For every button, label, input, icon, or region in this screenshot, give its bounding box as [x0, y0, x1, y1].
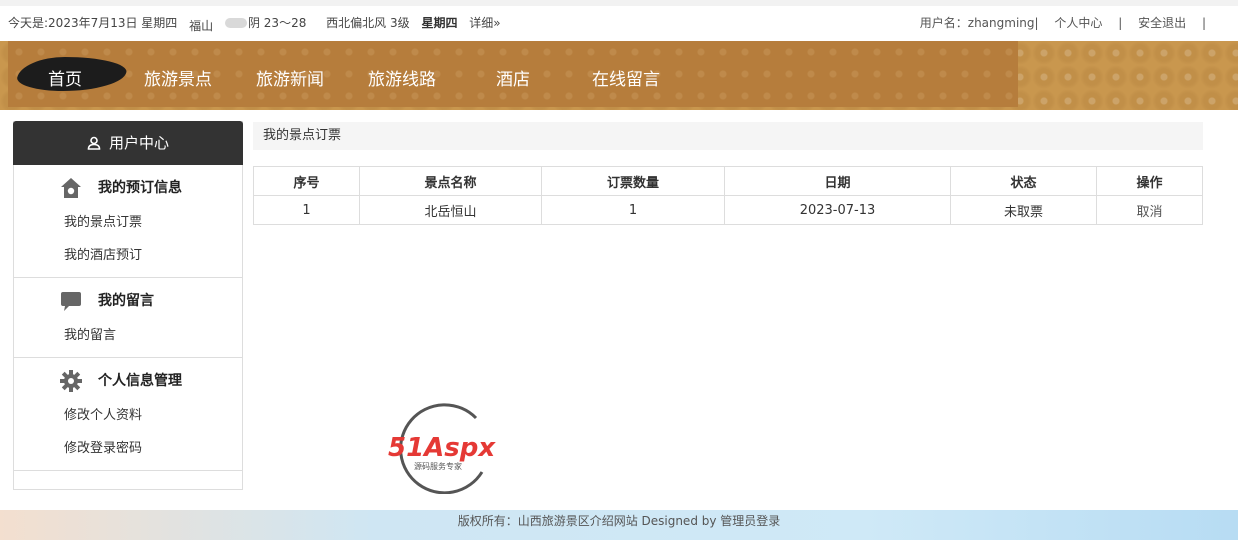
sidebar-item-change-password[interactable]: 修改登录密码: [14, 437, 242, 470]
svg-text:51Aspx: 51Aspx: [388, 433, 496, 463]
wind-info: 西北偏北风 3级: [326, 16, 410, 30]
cell-date: 2023-07-13: [724, 195, 951, 225]
column-header: 日期: [724, 166, 951, 196]
column-header: 订票数量: [541, 166, 725, 196]
weekday: 星期四: [421, 16, 458, 30]
section-title-bookings: 我的预订信息: [98, 180, 182, 196]
chat-bubble-icon: [61, 292, 81, 311]
home-icon: [61, 178, 81, 198]
nav-item-hotels[interactable]: 酒店: [496, 65, 530, 90]
table-row: 1 北岳恒山 1 2023-07-13 未取票 取消: [253, 195, 1203, 225]
city-name: 福山: [189, 19, 214, 33]
column-header: 操作: [1096, 166, 1203, 196]
section-profile: 个人信息管理 修改个人资料 修改登录密码: [14, 358, 242, 471]
username-label: 用户名：zhangming|: [919, 16, 1039, 30]
nav-item-home[interactable]: 首页: [48, 65, 82, 90]
date-weather: 今天是:2023年7月13日 星期四 福山 阴 23～28 西北偏北风 3级 星…: [8, 14, 509, 33]
cloud-icon: [224, 18, 247, 28]
weather-info: 阴 23～28: [224, 16, 314, 30]
cell-quantity: 1: [541, 195, 725, 225]
nav-item-news[interactable]: 旅游新闻: [256, 65, 324, 90]
top-info-bar: 今天是:2023年7月13日 星期四 福山 阴 23～28 西北偏北风 3级 星…: [0, 0, 1238, 42]
personal-center-link[interactable]: 个人中心: [1054, 16, 1102, 30]
51aspx-watermark-logo: 51Aspx 源码服务专家: [388, 403, 496, 494]
user-icon: [87, 136, 101, 150]
sidebar-header: 用户中心: [13, 121, 243, 165]
sidebar-title: 用户中心: [108, 134, 169, 152]
cancel-link[interactable]: 取消: [1136, 205, 1162, 220]
sidebar-item-edit-profile[interactable]: 修改个人资料: [14, 404, 242, 437]
svg-text:源码服务专家: 源码服务专家: [414, 461, 462, 471]
user-links: 用户名：zhangming| 个人中心 | 安全退出 |: [920, 14, 1218, 31]
nav-item-attractions[interactable]: 旅游景点: [144, 65, 212, 90]
admin-login-link[interactable]: 管理员登录: [720, 514, 780, 528]
sidebar-item-hotel-bookings[interactable]: 我的酒店预订: [14, 244, 242, 277]
cell-attraction-name: 北岳恒山: [359, 195, 542, 225]
column-header: 景点名称: [359, 166, 542, 196]
separator-end: |: [1201, 16, 1206, 30]
table-header-row: 序号 景点名称 订票数量 日期 状态 操作: [253, 166, 1203, 196]
nav-item-routes[interactable]: 旅游线路: [368, 65, 436, 90]
column-header: 状态: [950, 166, 1097, 196]
column-header: 序号: [253, 166, 360, 196]
footer: 版权所有：山西旅游景区介绍网站 Designed by 管理员登录: [0, 510, 1238, 540]
sidebar-item-my-messages[interactable]: 我的留言: [14, 324, 242, 357]
ticket-table: 序号 景点名称 订票数量 日期 状态 操作 1 北岳恒山 1 2023-07-1…: [253, 166, 1203, 225]
section-title-messages: 我的留言: [98, 293, 154, 309]
nav-banner: 首页 旅游景点 旅游新闻 旅游线路 酒店 在线留言: [8, 41, 1018, 107]
main-content: 我的景点订票 序号 景点名称 订票数量 日期 状态 操作 1 北岳恒山 1 20…: [253, 122, 1203, 225]
gear-icon: [60, 370, 82, 392]
logout-link[interactable]: 安全退出: [1138, 16, 1186, 30]
breadcrumb: 我的景点订票: [253, 122, 1203, 150]
weather-detail-link[interactable]: 详细»: [469, 16, 500, 30]
user-sidebar: 用户中心 我的预订信息 我的景点订票 我的酒店预订 我的留言 我的留言 个人信息…: [13, 121, 243, 490]
main-nav: 首页 旅游景点 旅游新闻 旅游线路 酒店 在线留言: [0, 41, 1238, 110]
nav-item-messages[interactable]: 在线留言: [592, 65, 660, 90]
copyright-text: 版权所有：山西旅游景区介绍网站 Designed by: [457, 514, 717, 528]
cell-index: 1: [253, 195, 360, 225]
separator: |: [1118, 16, 1123, 30]
section-bookings: 我的预订信息 我的景点订票 我的酒店预订: [14, 165, 242, 278]
section-messages: 我的留言 我的留言: [14, 278, 242, 358]
cell-status: 未取票: [950, 195, 1097, 225]
sidebar-item-attraction-tickets[interactable]: 我的景点订票: [14, 211, 242, 244]
section-title-profile: 个人信息管理: [98, 373, 182, 389]
current-date: 今天是:2023年7月13日 星期四: [8, 16, 178, 30]
